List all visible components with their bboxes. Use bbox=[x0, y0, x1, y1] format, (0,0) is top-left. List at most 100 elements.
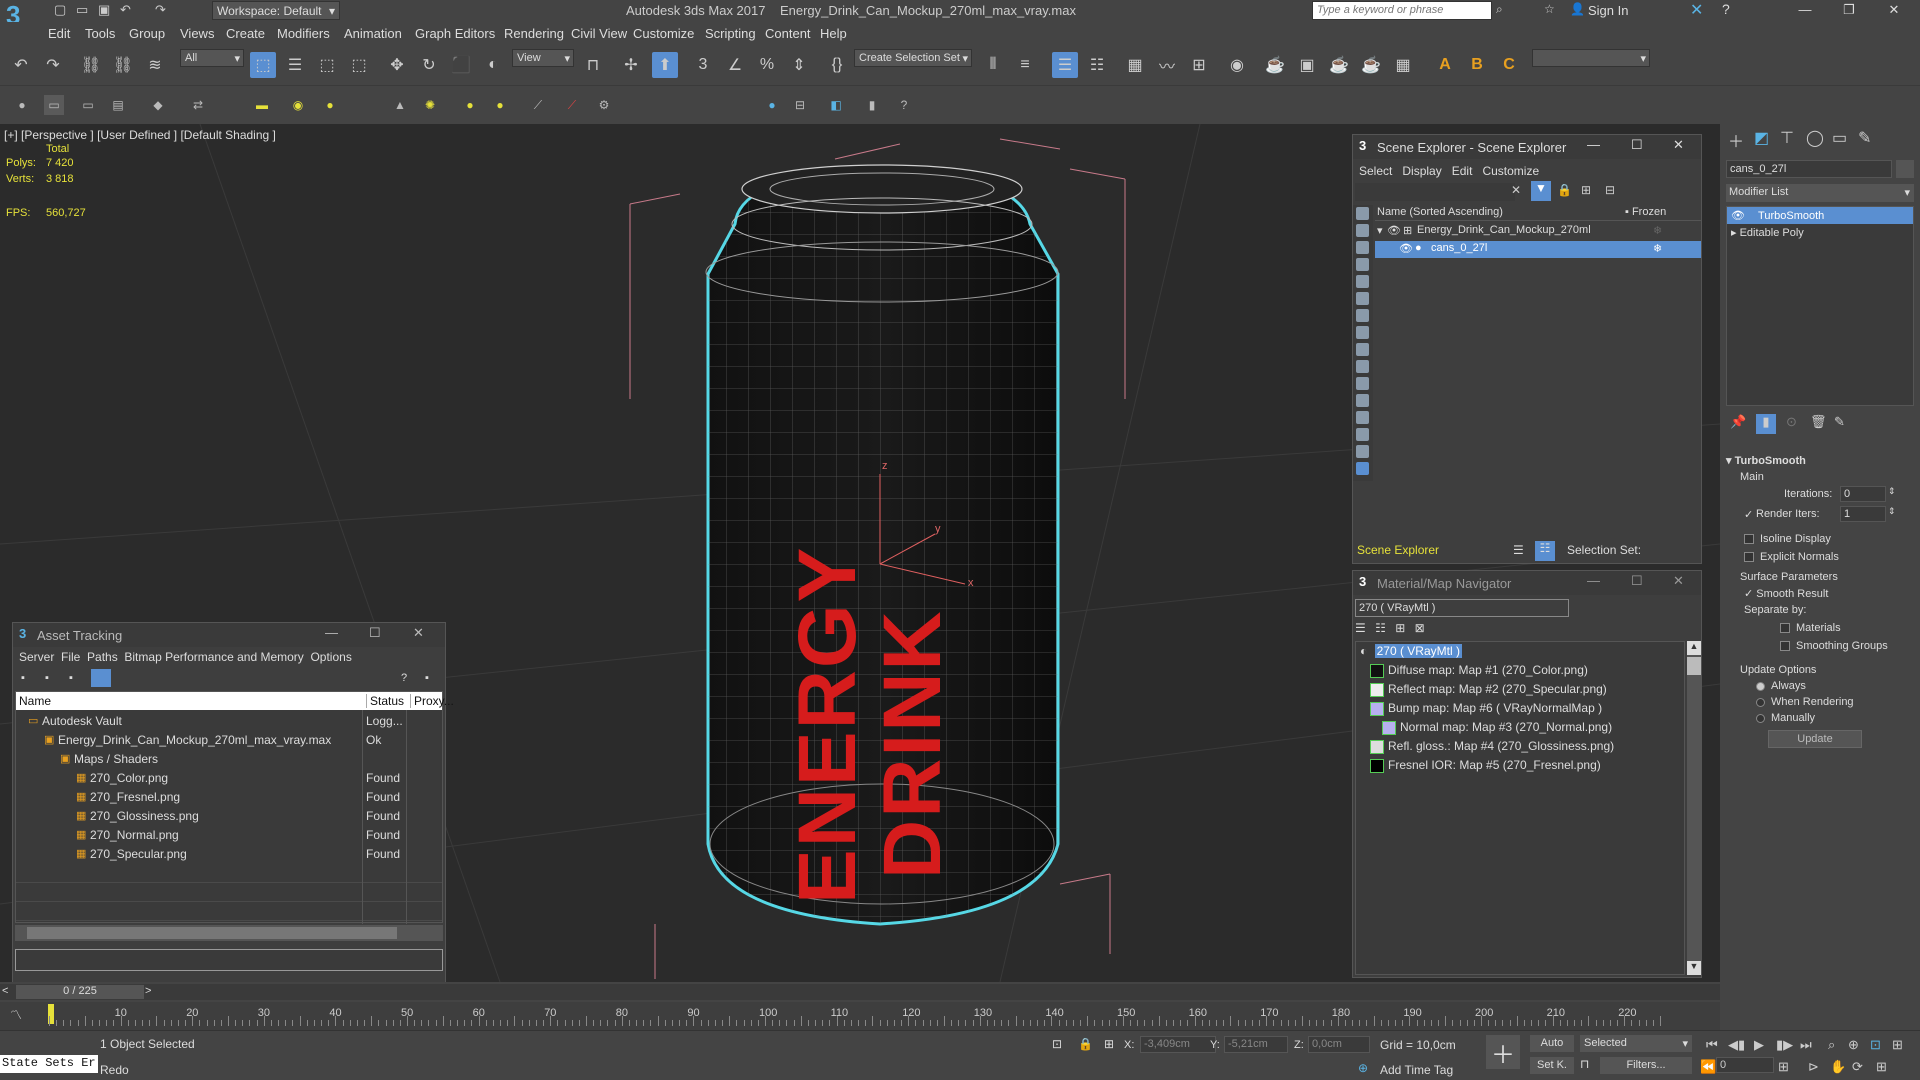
asset-row[interactable]: ▭ Autodesk Vault Logg... bbox=[16, 712, 442, 731]
time-slider[interactable]: < 0 / 225 > bbox=[0, 984, 1720, 1000]
asset-tool-icon-2[interactable]: ▪ bbox=[45, 672, 49, 684]
scrollbar-thumb[interactable] bbox=[1687, 657, 1701, 675]
asset-row[interactable]: ▦ 270_Fresnel.png Found bbox=[16, 788, 442, 807]
remove-modifier-icon[interactable]: 🗑 bbox=[1810, 414, 1827, 430]
tool-icon-19[interactable]: ◧ bbox=[826, 95, 846, 115]
angle-snap-icon[interactable]: ∠ bbox=[722, 52, 748, 78]
edit-named-selection-icon[interactable]: {} bbox=[824, 52, 850, 78]
scene-search-field[interactable] bbox=[1355, 183, 1515, 201]
tool-icon-18[interactable]: ⊟ bbox=[790, 95, 810, 115]
absolute-mode-icon[interactable]: ⊞ bbox=[1104, 1037, 1114, 1051]
schematic-view-icon[interactable]: ⊞ bbox=[1186, 52, 1212, 78]
play-icon[interactable]: ▶ bbox=[1754, 1037, 1764, 1053]
smooth-result-row[interactable]: ✓ Smooth Result bbox=[1744, 587, 1914, 600]
hidden-filter-icon[interactable] bbox=[1356, 411, 1369, 424]
materials-row[interactable]: Materials bbox=[1780, 622, 1914, 634]
sign-in-button[interactable]: Sign In bbox=[1588, 3, 1628, 18]
tool-icon-17[interactable]: ● bbox=[762, 95, 782, 115]
key-mode-toggle-icon[interactable]: ⏪ bbox=[1700, 1059, 1716, 1075]
text-tool-b-icon[interactable]: B bbox=[1464, 52, 1490, 78]
asset-row[interactable]: ▣ Maps / Shaders bbox=[16, 750, 442, 769]
tool-icon-6[interactable]: ⇄ bbox=[188, 95, 208, 115]
explicit-normals-row[interactable]: Explicit Normals bbox=[1744, 551, 1914, 563]
minimize-icon[interactable]: — bbox=[1587, 137, 1600, 152]
small-icons-view-icon[interactable]: ⊞ bbox=[1395, 621, 1405, 635]
se-item-selected[interactable]: 👁 ● cans_0_27l ❄ bbox=[1375, 241, 1701, 258]
undo-icon[interactable]: ↶ bbox=[120, 2, 131, 18]
tool-icon-2[interactable]: ▭ bbox=[44, 95, 64, 115]
tool-icon-4[interactable]: ▤ bbox=[108, 95, 128, 115]
geometry-filter-icon[interactable] bbox=[1356, 224, 1369, 237]
scale-icon[interactable]: ⬛ bbox=[448, 52, 474, 78]
snaps-toggle-icon[interactable]: 3 bbox=[690, 52, 716, 78]
list-icons-view-icon[interactable]: ☷ bbox=[1375, 621, 1386, 635]
select-by-name-icon[interactable]: ☰ bbox=[282, 52, 308, 78]
hierarchy-icon[interactable]: ⊞ bbox=[1581, 183, 1591, 197]
asset-menu-bitmap[interactable]: Bitmap Performance and Memory bbox=[124, 650, 303, 664]
new-file-icon[interactable]: ▢ bbox=[54, 2, 66, 18]
col-name[interactable]: Name bbox=[19, 694, 51, 708]
maximize-toggle-icon[interactable]: ⊞ bbox=[1876, 1059, 1887, 1075]
orbit-icon[interactable]: ⟳ bbox=[1852, 1059, 1863, 1075]
asset-row[interactable]: ▦ 270_Normal.png Found bbox=[16, 826, 442, 845]
bones-filter-icon[interactable] bbox=[1356, 360, 1369, 373]
link-icon[interactable]: ⛓ bbox=[78, 52, 104, 78]
asset-menu-paths[interactable]: Paths bbox=[87, 650, 118, 664]
minimize-icon[interactable]: — bbox=[325, 625, 338, 640]
spacewarps-filter-icon[interactable] bbox=[1356, 309, 1369, 322]
scene-explorer-titlebar[interactable]: 3 Scene Explorer - Scene Explorer — ☐ ✕ bbox=[1353, 135, 1701, 159]
restore-window-icon[interactable]: ❐ bbox=[1840, 2, 1858, 20]
se-col-name[interactable]: Name (Sorted Ascending) bbox=[1377, 206, 1503, 218]
asset-path-field[interactable] bbox=[15, 949, 443, 971]
ribbon-icon[interactable]: ▦ bbox=[1122, 52, 1148, 78]
filters-button[interactable]: Filters... bbox=[1600, 1057, 1692, 1074]
bind-space-warp-icon[interactable]: ≋ bbox=[142, 52, 168, 78]
asset-row[interactable]: ▦ 270_Glossiness.png Found bbox=[16, 807, 442, 826]
manually-radio[interactable] bbox=[1756, 713, 1765, 723]
material-editor-icon[interactable]: ◉ bbox=[1224, 52, 1250, 78]
text-tool-c-icon[interactable]: C bbox=[1496, 52, 1522, 78]
layer-explorer-icon[interactable]: ☷ bbox=[1084, 52, 1110, 78]
mirror-icon[interactable]: ⫴ bbox=[980, 52, 1006, 78]
isoline-display-row[interactable]: Isoline Display bbox=[1744, 533, 1914, 545]
tool-icon-8[interactable]: ◉ bbox=[288, 95, 308, 115]
viewport-user-defined[interactable]: [User Defined ] bbox=[97, 128, 177, 142]
scrollbar-thumb[interactable] bbox=[27, 927, 397, 939]
undo-icon[interactable]: ↶ bbox=[8, 52, 34, 78]
maximize-icon[interactable]: ☐ bbox=[369, 625, 381, 641]
iterations-spinner-icon[interactable]: ⇕ bbox=[1888, 486, 1896, 497]
material-map-item[interactable]: Refl. gloss.: Map #4 (270_Glossiness.png… bbox=[1370, 739, 1614, 758]
rendered-frame-window-icon[interactable]: ▣ bbox=[1294, 52, 1320, 78]
text-tool-a-icon[interactable]: A bbox=[1432, 52, 1458, 78]
selection-lock-icon[interactable]: 🔒 bbox=[1078, 1037, 1093, 1051]
zoom-icon[interactable]: ⌕ bbox=[1828, 1037, 1835, 1053]
configure-sets-icon[interactable]: ✎ bbox=[1834, 414, 1845, 430]
expand-icon[interactable]: ▸ bbox=[1731, 227, 1737, 239]
menu-help[interactable]: Help bbox=[820, 26, 847, 41]
menu-edit[interactable]: Edit bbox=[48, 26, 70, 41]
search-input[interactable]: Type a keyword or phrase bbox=[1312, 1, 1492, 20]
maximize-viewport-icon[interactable]: ⊞ bbox=[1892, 1037, 1903, 1053]
material-map-item[interactable]: Reflect map: Map #2 (270_Specular.png) bbox=[1370, 682, 1607, 701]
z-coordinate-field[interactable]: 0,0cm bbox=[1308, 1036, 1370, 1053]
star-icon[interactable]: ☆ bbox=[1544, 2, 1555, 16]
toolbar-empty-dropdown[interactable]: ▾ bbox=[1532, 49, 1650, 67]
help-circle-icon[interactable]: ? bbox=[894, 95, 914, 115]
menu-content[interactable]: Content bbox=[765, 26, 811, 41]
scene-explorer-toggle-icon[interactable]: ☰ bbox=[1052, 52, 1078, 78]
modify-tab-icon[interactable]: ◩ bbox=[1754, 128, 1769, 148]
col-proxy[interactable]: Proxy... bbox=[410, 694, 454, 708]
rollout-header[interactable]: ▾ TurboSmooth bbox=[1726, 454, 1914, 467]
redo-icon[interactable]: ↷ bbox=[40, 52, 66, 78]
display-none-icon[interactable] bbox=[1356, 207, 1369, 220]
zoom-all-icon[interactable]: ⊕ bbox=[1848, 1037, 1859, 1053]
list-view-icon[interactable]: ☰ bbox=[1355, 621, 1366, 635]
maximize-icon[interactable]: ☐ bbox=[1631, 137, 1643, 153]
asset-row[interactable]: ▦ 270_Color.png Found bbox=[16, 769, 442, 788]
tool-icon-10[interactable]: ▲ bbox=[390, 95, 410, 115]
y-coordinate-field[interactable]: -5,21cm bbox=[1224, 1036, 1288, 1053]
smoothing-groups-row[interactable]: Smoothing Groups bbox=[1780, 640, 1914, 652]
col-status[interactable]: Status bbox=[366, 694, 404, 708]
eye-icon[interactable]: 👁 bbox=[1399, 242, 1413, 255]
percent-snap-icon[interactable]: % bbox=[754, 52, 780, 78]
